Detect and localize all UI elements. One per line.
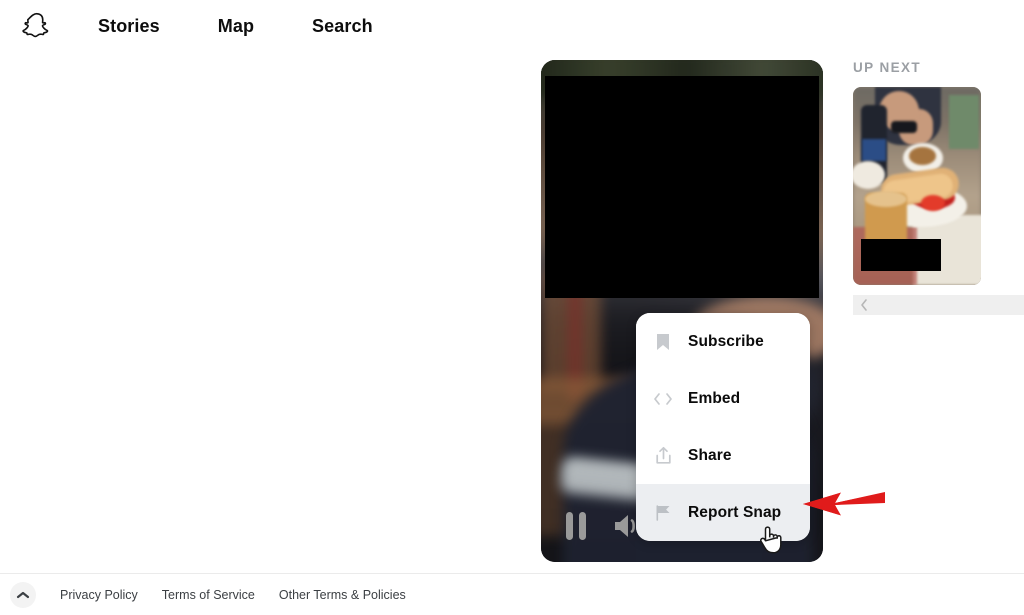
up-next-nav-bar	[853, 295, 1024, 315]
thumbnail-glass-top	[865, 191, 907, 207]
flag-icon	[650, 504, 676, 522]
thumbnail-sauce-highlight	[921, 195, 945, 211]
redaction-overlay-thumbnail	[861, 239, 941, 271]
nav-item-map[interactable]: Map	[218, 16, 254, 37]
up-next-panel: UP NEXT	[853, 60, 1024, 285]
thumbnail-window	[949, 95, 979, 149]
context-menu-item-embed[interactable]: Embed	[636, 370, 810, 427]
footer-link-privacy-policy[interactable]: Privacy Policy	[60, 588, 138, 602]
nav-item-search[interactable]: Search	[312, 16, 373, 37]
chevron-left-icon[interactable]	[857, 297, 871, 313]
context-menu-item-report-snap[interactable]: Report Snap	[636, 484, 810, 541]
site-header: Stories Map Search	[0, 0, 1024, 52]
thumbnail-coffee-liquid	[909, 147, 936, 165]
site-footer: Privacy Policy Terms of Service Other Te…	[0, 573, 1024, 615]
bookmark-icon	[650, 333, 676, 351]
context-menu-label: Embed	[688, 389, 741, 407]
nav-item-stories[interactable]: Stories	[98, 16, 160, 37]
snapchat-ghost-logo-icon[interactable]	[18, 7, 56, 45]
footer-link-terms-of-service[interactable]: Terms of Service	[162, 588, 255, 602]
thumbnail-watch	[891, 121, 917, 133]
context-menu-item-share[interactable]: Share	[636, 427, 810, 484]
main-nav: Stories Map Search	[98, 16, 431, 37]
context-menu-item-subscribe[interactable]: Subscribe	[636, 313, 810, 370]
thumbnail-bottle-label	[862, 139, 886, 161]
context-menu-label: Subscribe	[688, 332, 764, 350]
up-next-thumbnail[interactable]	[853, 87, 981, 285]
up-next-title: UP NEXT	[853, 60, 922, 75]
pause-icon[interactable]	[563, 510, 589, 542]
redaction-overlay-main	[545, 76, 819, 298]
page-root: Stories Map Search Subscribe Embed Share…	[0, 0, 1024, 615]
chevron-up-icon[interactable]	[10, 581, 36, 608]
share-icon	[650, 446, 676, 465]
footer-link-other-terms[interactable]: Other Terms & Policies	[279, 588, 406, 602]
snap-context-menu: Subscribe Embed Share Report Snap	[636, 313, 810, 541]
context-menu-label: Report Snap	[688, 503, 782, 521]
context-menu-label: Share	[688, 446, 732, 464]
code-icon	[650, 392, 676, 406]
